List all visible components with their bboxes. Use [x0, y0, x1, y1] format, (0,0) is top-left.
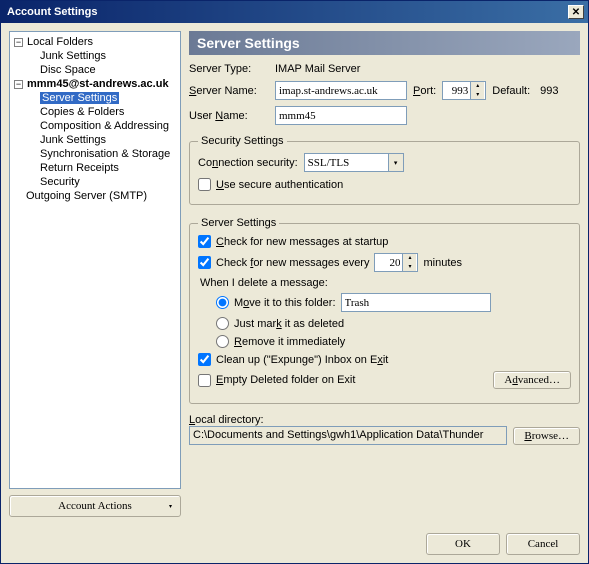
connection-security-select[interactable]: SSL/TLS ▾: [304, 153, 404, 172]
tree-item-copies-folders[interactable]: Copies & Folders: [12, 105, 178, 119]
trash-folder-input[interactable]: [341, 293, 491, 312]
mark-deleted-radio[interactable]: [216, 317, 229, 330]
server-name-input[interactable]: [275, 81, 407, 100]
move-to-folder-label: Move it to this folder:: [234, 297, 336, 309]
check-every-label-post: minutes: [423, 257, 462, 269]
tree-item-junk-settings[interactable]: Junk Settings: [12, 49, 178, 63]
interval-input[interactable]: [378, 256, 402, 270]
server-legend: Server Settings: [198, 217, 279, 229]
collapse-icon[interactable]: −: [14, 80, 23, 89]
close-icon[interactable]: ✕: [568, 5, 584, 19]
server-type-value: IMAP Mail Server: [275, 63, 360, 75]
tree-item-server-settings[interactable]: Server Settings: [12, 91, 178, 105]
tree-item-security[interactable]: Security: [12, 175, 178, 189]
chevron-down-icon[interactable]: ▾: [388, 154, 403, 171]
connection-security-label: Connection security:: [198, 157, 298, 169]
spin-up-icon[interactable]: ▴: [403, 254, 416, 263]
panel-heading: Server Settings: [189, 31, 580, 55]
remove-immediately-label: Remove it immediately: [234, 336, 345, 348]
spin-down-icon[interactable]: ▾: [471, 91, 484, 100]
port-input[interactable]: [446, 84, 470, 98]
check-startup-label: Check for new messages at startup: [216, 236, 388, 248]
check-every-label-pre: Check for new messages every: [216, 257, 369, 269]
cleanup-label: Clean up ("Expunge") Inbox on Exit: [216, 354, 388, 366]
empty-deleted-label: Empty Deleted folder on Exit: [216, 374, 355, 386]
spin-up-icon[interactable]: ▴: [471, 82, 484, 91]
advanced-button[interactable]: Advanced…: [493, 371, 571, 389]
security-legend: Security Settings: [198, 135, 287, 147]
tree-item-return-receipts[interactable]: Return Receipts: [12, 161, 178, 175]
dropdown-icon: ▾: [169, 503, 172, 510]
use-secure-auth-label: Use secure authentication: [216, 179, 343, 191]
interval-stepper[interactable]: ▴▾: [374, 253, 418, 272]
remove-immediately-radio[interactable]: [216, 335, 229, 348]
empty-deleted-checkbox[interactable]: [198, 374, 211, 387]
cancel-button[interactable]: Cancel: [506, 533, 580, 555]
window-title: Account Settings: [7, 6, 97, 18]
use-secure-auth-checkbox[interactable]: [198, 178, 211, 191]
account-actions-button[interactable]: Account Actions ▾: [9, 495, 181, 517]
account-settings-window: Account Settings ✕ − Local Folders Junk …: [0, 0, 589, 564]
default-label: Default:: [492, 85, 530, 97]
tree-account-mmm45[interactable]: − mmm45@st-andrews.ac.uk: [12, 77, 178, 91]
tree-item-disc-space[interactable]: Disc Space: [12, 63, 178, 77]
check-every-checkbox[interactable]: [198, 256, 211, 269]
server-type-label: Server Type:: [189, 63, 269, 75]
local-directory-label: Local directory:: [189, 414, 580, 426]
tree-item-sync-storage[interactable]: Synchronisation & Storage: [12, 147, 178, 161]
port-label: Port:: [413, 85, 436, 97]
port-stepper[interactable]: ▴▾: [442, 81, 486, 100]
titlebar: Account Settings ✕: [1, 1, 588, 23]
browse-button[interactable]: Browse…: [513, 427, 580, 445]
server-settings-group: Server Settings Check for new messages a…: [189, 217, 580, 404]
accounts-tree[interactable]: − Local Folders Junk Settings Disc Space…: [9, 31, 181, 489]
tree-item-composition[interactable]: Composition & Addressing: [12, 119, 178, 133]
when-delete-label: When I delete a message:: [200, 277, 571, 289]
spin-down-icon[interactable]: ▾: [403, 263, 416, 272]
mark-deleted-label: Just mark it as deleted: [234, 318, 344, 330]
cleanup-checkbox[interactable]: [198, 353, 211, 366]
move-to-folder-radio[interactable]: [216, 296, 229, 309]
dialog-footer: OK Cancel: [1, 525, 588, 563]
local-directory-field[interactable]: C:\Documents and Settings\gwh1\Applicati…: [189, 426, 507, 445]
tree-item-outgoing-server[interactable]: Outgoing Server (SMTP): [12, 189, 178, 203]
collapse-icon[interactable]: −: [14, 38, 23, 47]
user-name-input[interactable]: [275, 106, 407, 125]
tree-item-junk-settings-2[interactable]: Junk Settings: [12, 133, 178, 147]
security-settings-group: Security Settings Connection security: S…: [189, 135, 580, 205]
default-value: 993: [540, 85, 558, 97]
server-name-label: Server Name:: [189, 85, 269, 97]
tree-account-local-folders[interactable]: − Local Folders: [12, 35, 178, 49]
ok-button[interactable]: OK: [426, 533, 500, 555]
check-startup-checkbox[interactable]: [198, 235, 211, 248]
user-name-label: User Name:: [189, 110, 269, 122]
